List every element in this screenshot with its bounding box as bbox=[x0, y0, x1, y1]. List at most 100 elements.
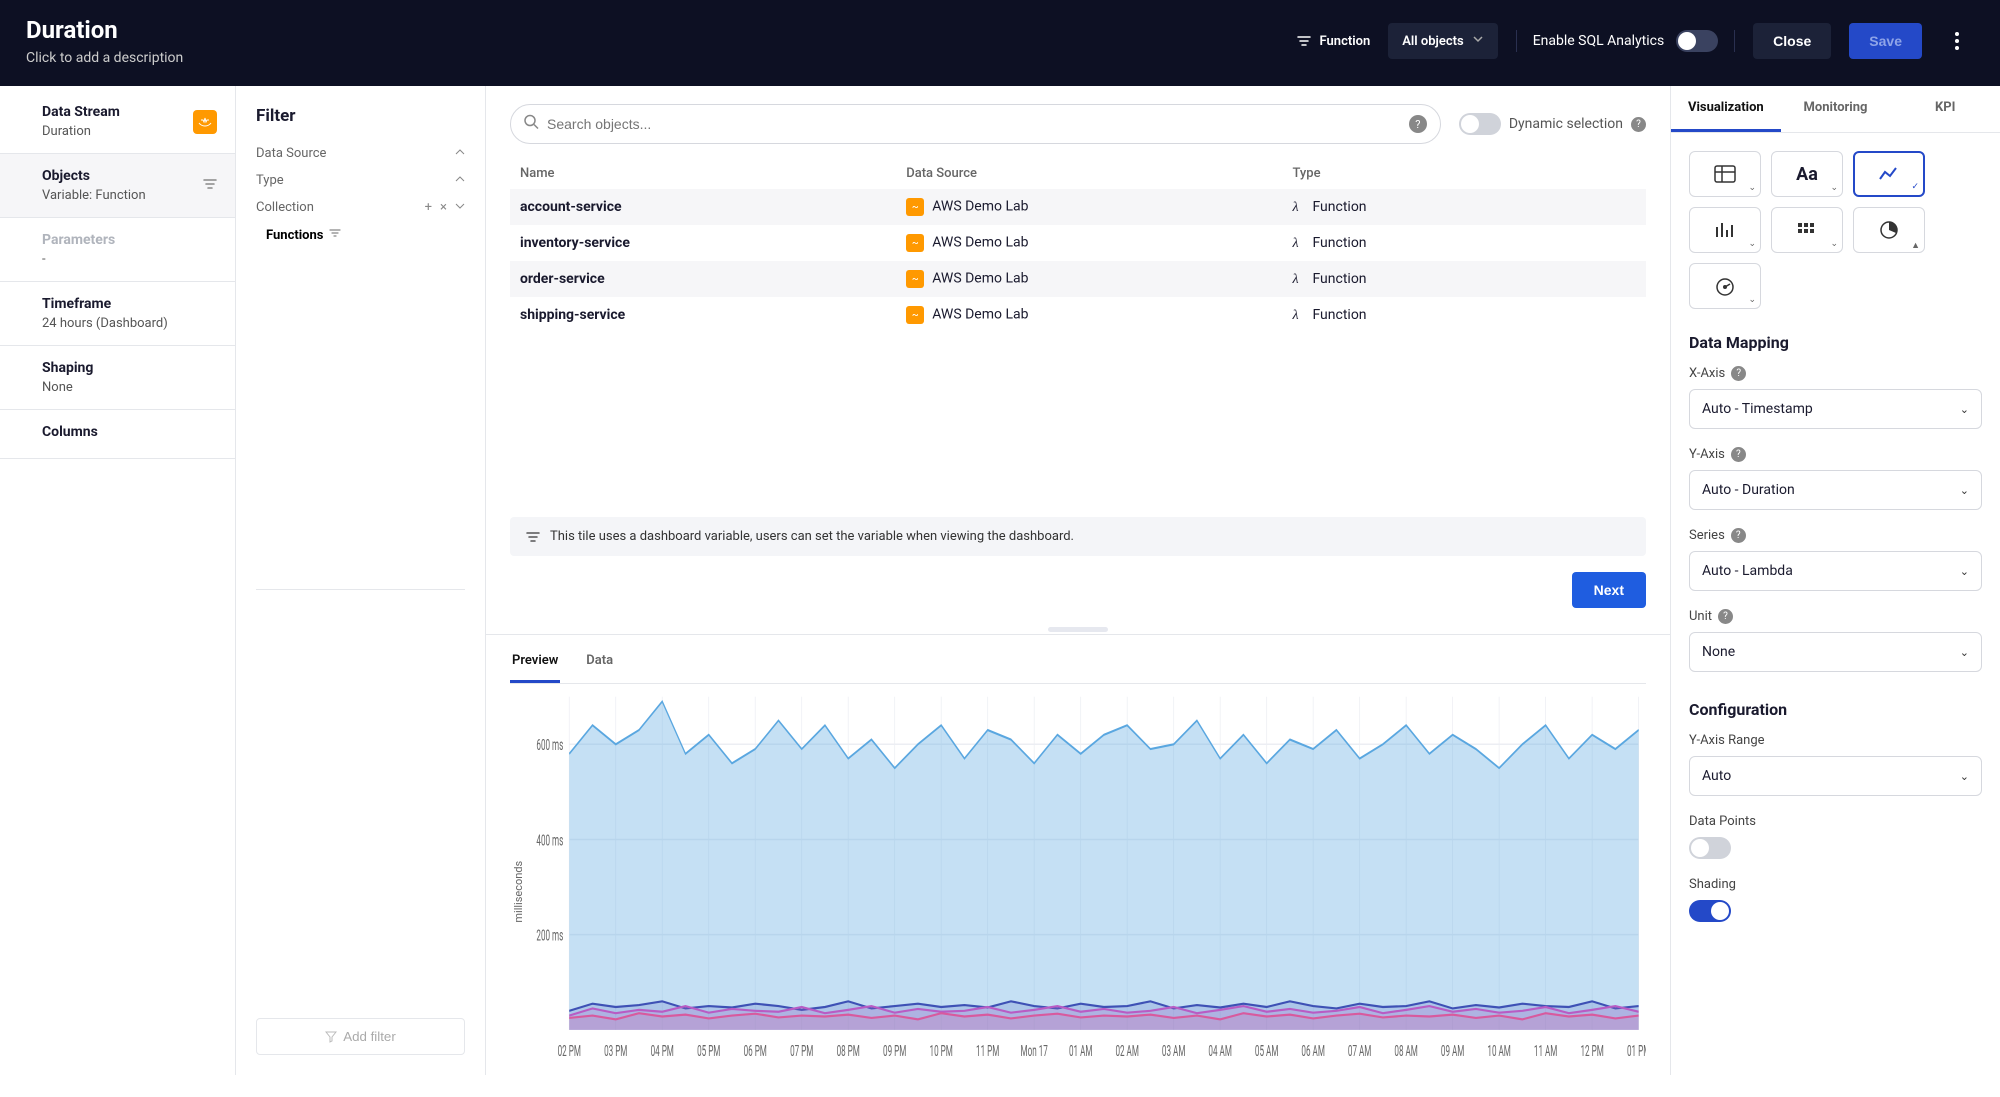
tab-kpi[interactable]: KPI bbox=[1890, 86, 2000, 132]
obj-ds: ~AWS Demo Lab bbox=[896, 297, 1282, 333]
function-filter[interactable]: Function bbox=[1296, 33, 1371, 49]
series-select[interactable]: Auto - Lambda⌄ bbox=[1689, 551, 1982, 591]
section-columns[interactable]: Columns bbox=[0, 410, 235, 459]
header: Duration Click to add a description Func… bbox=[0, 0, 2000, 86]
svg-text:200 ms: 200 ms bbox=[536, 927, 563, 946]
right-panel: Visualization Monitoring KPI ⌄ Aa⌄ ✓ ⌄ ⌄… bbox=[1670, 86, 2000, 1075]
y-axis-label: milliseconds bbox=[510, 688, 525, 1065]
viz-table[interactable]: ⌄ bbox=[1689, 151, 1761, 197]
svg-text:600 ms: 600 ms bbox=[536, 737, 563, 756]
filter-icon bbox=[526, 530, 540, 544]
section-shaping[interactable]: Shaping None bbox=[0, 346, 235, 410]
chevron-up-icon bbox=[455, 146, 465, 161]
filter-type[interactable]: Type bbox=[256, 167, 465, 194]
help-icon[interactable]: ? bbox=[1731, 447, 1746, 462]
add-filter-button[interactable]: Add filter bbox=[256, 1018, 465, 1055]
duration-chart: 200 ms400 ms600 ms02 PM03 PM04 PM05 PM06… bbox=[525, 688, 1646, 1065]
tab-preview[interactable]: Preview bbox=[510, 641, 560, 683]
filter-collection-value[interactable]: Functions bbox=[256, 221, 465, 249]
svg-text:10 AM: 10 AM bbox=[1487, 1042, 1510, 1061]
y-axis-select[interactable]: Auto - Duration⌄ bbox=[1689, 470, 1982, 510]
panel-resizer[interactable] bbox=[486, 624, 1670, 634]
table-row[interactable]: account-service ~AWS Demo Lab λFunction bbox=[510, 189, 1646, 225]
data-points-toggle[interactable] bbox=[1689, 837, 1731, 859]
unit-select[interactable]: None⌄ bbox=[1689, 632, 1982, 672]
save-button[interactable]: Save bbox=[1849, 23, 1922, 59]
y-range-select[interactable]: Auto⌄ bbox=[1689, 756, 1982, 796]
aws-icon: ~ bbox=[906, 234, 924, 252]
all-objects-select[interactable]: All objects bbox=[1388, 23, 1497, 59]
chevron-down-icon bbox=[1472, 33, 1484, 49]
tab-data[interactable]: Data bbox=[584, 641, 615, 683]
y-axis-field-label: Y-Axis bbox=[1689, 447, 1725, 462]
obj-name: account-service bbox=[510, 189, 896, 225]
table-row[interactable]: shipping-service ~AWS Demo Lab λFunction bbox=[510, 297, 1646, 333]
next-button[interactable]: Next bbox=[1572, 572, 1646, 608]
svg-text:01 AM: 01 AM bbox=[1069, 1042, 1092, 1061]
obj-type: λFunction bbox=[1282, 225, 1646, 261]
tab-monitoring[interactable]: Monitoring bbox=[1781, 86, 1891, 132]
search-input[interactable] bbox=[510, 104, 1441, 144]
svg-text:12 PM: 12 PM bbox=[1580, 1042, 1603, 1061]
series-label: Series bbox=[1689, 528, 1725, 543]
help-icon[interactable]: ? bbox=[1631, 117, 1646, 132]
chevron-down-icon: ⌄ bbox=[1960, 484, 1969, 497]
dynamic-selection-toggle[interactable] bbox=[1459, 113, 1501, 135]
chevron-down-icon: ⌄ bbox=[1960, 646, 1969, 659]
section-parameters[interactable]: Parameters - bbox=[0, 218, 235, 282]
help-icon[interactable]: ? bbox=[1409, 115, 1427, 133]
unit-label: Unit bbox=[1689, 609, 1712, 624]
configuration-heading: Configuration bbox=[1671, 686, 2000, 729]
filter-collection[interactable]: Collection + × bbox=[256, 194, 465, 221]
viz-pie[interactable]: ▲ bbox=[1853, 207, 1925, 253]
svg-text:07 PM: 07 PM bbox=[790, 1042, 813, 1061]
add-icon[interactable]: + bbox=[425, 200, 432, 215]
svg-text:01 PM: 01 PM bbox=[1627, 1042, 1646, 1061]
svg-text:05 PM: 05 PM bbox=[697, 1042, 720, 1061]
viz-bar[interactable]: ⌄ bbox=[1689, 207, 1761, 253]
obj-type: λFunction bbox=[1282, 261, 1646, 297]
help-icon[interactable]: ? bbox=[1731, 528, 1746, 543]
svg-text:Mon 17: Mon 17 bbox=[1021, 1042, 1048, 1061]
shading-label: Shading bbox=[1689, 877, 1736, 892]
aws-icon: ~ bbox=[906, 306, 924, 324]
chevron-down-icon: ⌄ bbox=[1960, 403, 1969, 416]
variable-info-bar: This tile uses a dashboard variable, use… bbox=[510, 517, 1646, 556]
col-name[interactable]: Name bbox=[510, 158, 896, 189]
table-row[interactable]: order-service ~AWS Demo Lab λFunction bbox=[510, 261, 1646, 297]
obj-type: λFunction bbox=[1282, 189, 1646, 225]
search-icon bbox=[524, 115, 539, 134]
shading-toggle[interactable] bbox=[1689, 900, 1731, 922]
page-title: Duration bbox=[26, 16, 183, 44]
viz-heatmap[interactable]: ⌄ bbox=[1771, 207, 1843, 253]
viz-line[interactable]: ✓ bbox=[1853, 151, 1925, 197]
lambda-icon: λ bbox=[1292, 272, 1306, 288]
filter-icon bbox=[1296, 33, 1312, 49]
svg-text:400 ms: 400 ms bbox=[536, 832, 563, 851]
viz-gauge[interactable]: ⌄ bbox=[1689, 263, 1761, 309]
help-icon[interactable]: ? bbox=[1731, 366, 1746, 381]
obj-type: λFunction bbox=[1282, 297, 1646, 333]
col-data-source[interactable]: Data Source bbox=[896, 158, 1282, 189]
filter-settings-icon[interactable] bbox=[203, 177, 217, 195]
help-icon[interactable]: ? bbox=[1718, 609, 1733, 624]
close-icon[interactable]: × bbox=[440, 200, 447, 215]
section-data-stream[interactable]: Data Stream Duration bbox=[0, 90, 235, 154]
svg-text:03 AM: 03 AM bbox=[1162, 1042, 1185, 1061]
close-button[interactable]: Close bbox=[1753, 23, 1831, 59]
section-timeframe[interactable]: Timeframe 24 hours (Dashboard) bbox=[0, 282, 235, 346]
col-type[interactable]: Type bbox=[1282, 158, 1646, 189]
chevron-down-icon[interactable] bbox=[455, 200, 465, 215]
more-menu[interactable] bbox=[1940, 22, 1974, 60]
section-objects[interactable]: Objects Variable: Function bbox=[0, 154, 235, 218]
sql-analytics-toggle[interactable] bbox=[1676, 30, 1718, 52]
x-axis-select[interactable]: Auto - Timestamp⌄ bbox=[1689, 389, 1982, 429]
chevron-down-icon: ⌄ bbox=[1960, 770, 1969, 783]
filter-data-source[interactable]: Data Source bbox=[256, 140, 465, 167]
table-row[interactable]: inventory-service ~AWS Demo Lab λFunctio… bbox=[510, 225, 1646, 261]
page-description[interactable]: Click to add a description bbox=[26, 50, 183, 66]
tab-visualization[interactable]: Visualization bbox=[1671, 86, 1781, 132]
svg-text:08 AM: 08 AM bbox=[1394, 1042, 1417, 1061]
funnel-icon bbox=[325, 1031, 337, 1043]
viz-text[interactable]: Aa⌄ bbox=[1771, 151, 1843, 197]
